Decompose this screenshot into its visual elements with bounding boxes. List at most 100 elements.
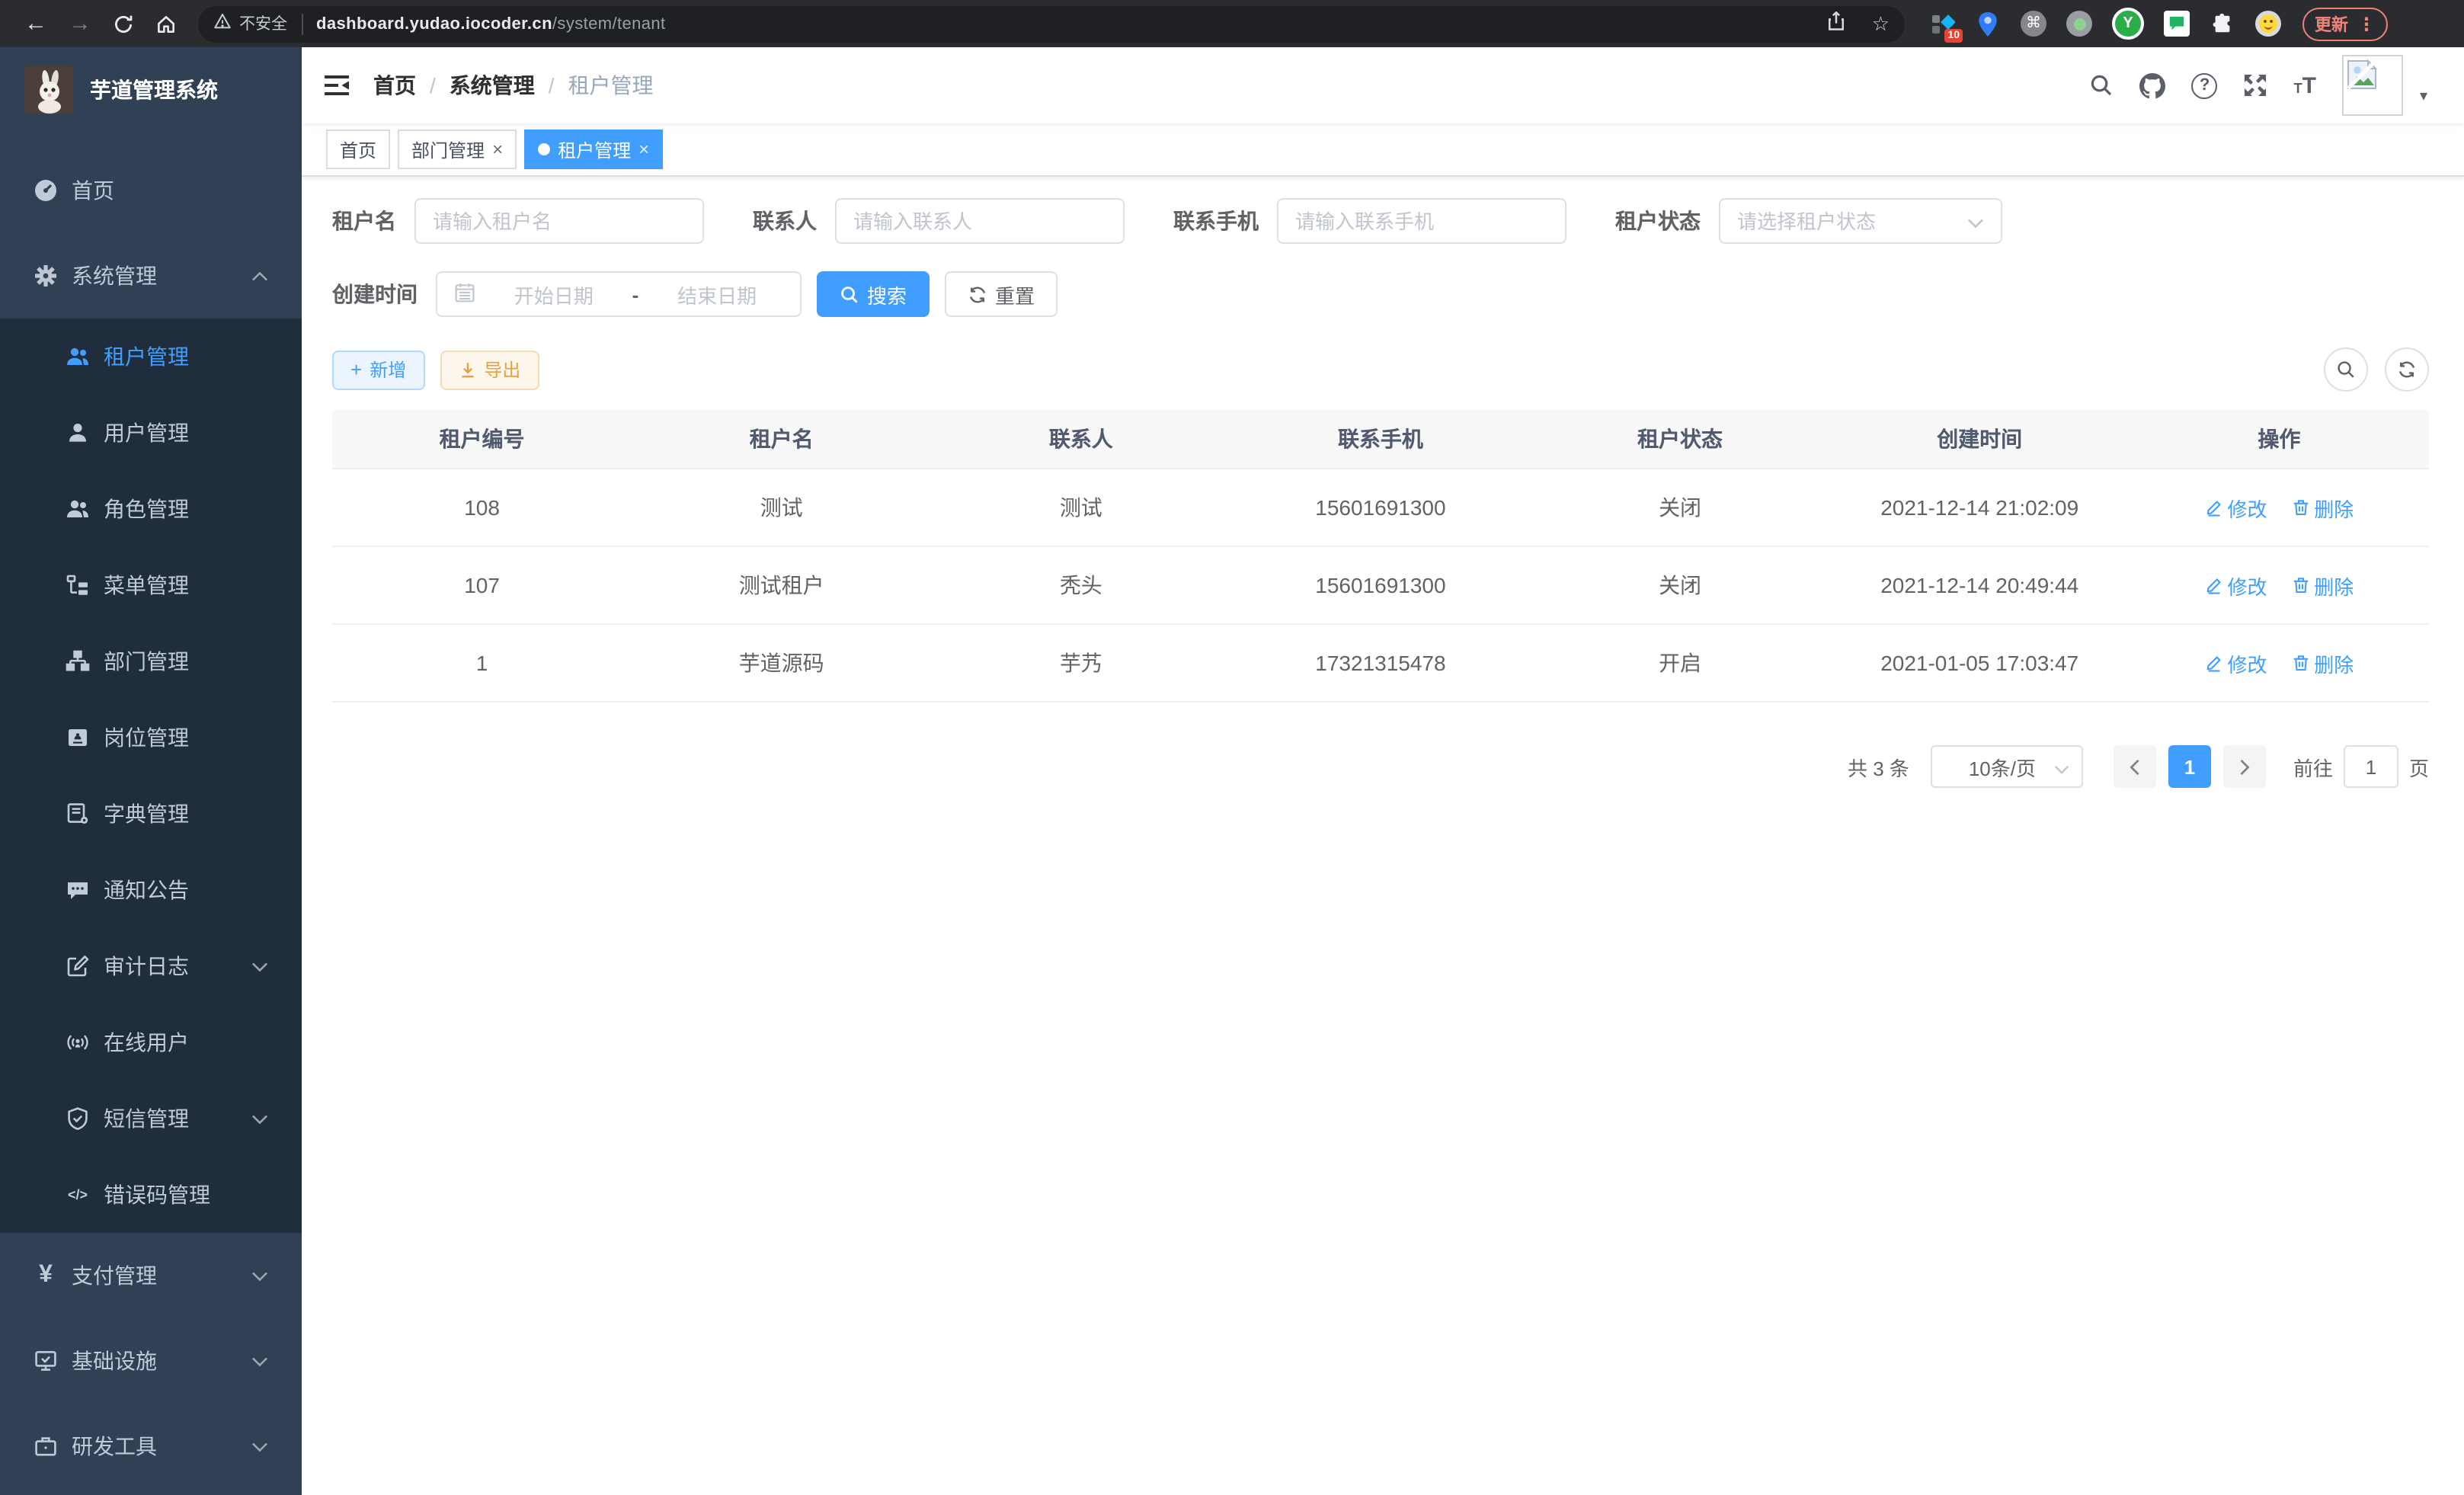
extension-command-icon[interactable]: ⌘ [2021, 11, 2046, 37]
browser-back-icon[interactable]: ← [24, 11, 47, 37]
tenant-name-input[interactable] [433, 210, 686, 232]
browser-home-icon[interactable] [155, 13, 177, 34]
tab-close-icon[interactable]: × [638, 140, 649, 158]
extension-y-icon[interactable]: Y [2112, 8, 2144, 40]
browser-forward-icon[interactable]: → [69, 11, 91, 37]
cell-mobile: 17321315478 [1230, 624, 1530, 702]
fullscreen-icon[interactable] [2244, 73, 2268, 98]
address-bar[interactable]: 不安全 dashboard.yudao.iocoder.cn/system/te… [198, 5, 1905, 42]
col-status: 租户状态 [1531, 410, 1830, 469]
sidebar-item-online-users[interactable]: 在线用户 [0, 1004, 302, 1080]
chevron-up-icon [251, 271, 268, 281]
reset-button[interactable]: 重置 [945, 271, 1058, 317]
share-icon[interactable] [1826, 11, 1848, 37]
sidebar-item-pay[interactable]: ¥ 支付管理 [0, 1233, 302, 1318]
sidebar-item-home[interactable]: 首页 [0, 148, 302, 233]
browser-reload-icon[interactable] [113, 13, 134, 34]
extension-recorder-icon[interactable] [2066, 11, 2092, 37]
browser-menu-icon[interactable]: ⋮ [2357, 13, 2376, 34]
delete-button[interactable]: 删除 [2291, 571, 2354, 600]
tab-dept[interactable]: 部门管理 × [398, 130, 517, 169]
bookmark-star-icon[interactable]: ☆ [1872, 11, 1890, 36]
sidebar-item-role[interactable]: 角色管理 [0, 471, 302, 547]
next-page-button[interactable] [2223, 745, 2266, 788]
cell-actions: 修改 删除 [2130, 546, 2429, 624]
tab-close-icon[interactable]: × [492, 140, 503, 158]
contact-label: 联系人 [753, 206, 817, 236]
sidebar-item-dept[interactable]: 部门管理 [0, 623, 302, 699]
goto-page-input[interactable] [2344, 745, 2398, 788]
cell-status: 关闭 [1531, 546, 1830, 624]
avatar[interactable] [2342, 55, 2403, 116]
contact-input[interactable] [853, 210, 1106, 232]
sidebar-item-errcode[interactable]: </> 错误码管理 [0, 1157, 302, 1233]
sidebar-item-label: 短信管理 [104, 1103, 189, 1134]
sidebar-logo[interactable]: 芋道管理系统 [0, 47, 302, 133]
extension-chat-icon[interactable] [2164, 11, 2190, 37]
sidebar-item-dict[interactable]: 字典管理 [0, 776, 302, 852]
export-button[interactable]: 导出 [440, 350, 539, 389]
cell-created: 2021-01-05 17:03:47 [1830, 624, 2130, 702]
edit-button[interactable]: 修改 [2204, 648, 2267, 677]
extension-tampermonkey-icon[interactable]: 10 [1929, 11, 1955, 37]
status-select-input[interactable] [1737, 210, 1967, 232]
sidebar-item-menu[interactable]: 菜单管理 [0, 547, 302, 623]
page-size-select[interactable]: 10条/页 [1931, 745, 2083, 788]
github-icon[interactable] [2140, 72, 2166, 98]
sidebar-item-devtools[interactable]: 研发工具 [0, 1404, 302, 1489]
sidebar-item-label: 首页 [72, 175, 114, 206]
delete-button[interactable]: 删除 [2291, 493, 2354, 522]
sidebar-item-infra[interactable]: 基础设施 [0, 1318, 302, 1404]
page-number-1[interactable]: 1 [2168, 745, 2211, 788]
briefcase-icon [34, 1434, 58, 1458]
toggle-search-button[interactable] [2324, 347, 2368, 392]
sidebar-item-system[interactable]: 系统管理 [0, 233, 302, 319]
sidebar-item-tenant[interactable]: 租户管理 [0, 319, 302, 395]
extension-emoji-icon[interactable] [2255, 11, 2281, 37]
date-range-picker[interactable]: 开始日期 - 结束日期 [436, 271, 802, 317]
sidebar-item-label: 支付管理 [72, 1260, 157, 1291]
security-label[interactable]: 不安全 [239, 12, 287, 35]
mobile-input[interactable] [1295, 210, 1548, 232]
sidebar-item-label: 岗位管理 [104, 722, 189, 753]
edit-pen-icon [2204, 576, 2222, 594]
table-row: 108 测试 测试 15601691300 关闭 2021-12-14 21:0… [332, 469, 2429, 546]
sidebar-item-user[interactable]: 用户管理 [0, 395, 302, 471]
pagination-total: 共 3 条 [1848, 752, 1909, 781]
sidebar-item-post[interactable]: 岗位管理 [0, 699, 302, 776]
page-content: 租户名 联系人 联系手机 [302, 177, 2464, 1495]
security-warning-icon [213, 12, 232, 35]
breadcrumb-home[interactable]: 首页 [373, 70, 416, 101]
help-icon[interactable]: ? [2192, 72, 2218, 98]
edit-button[interactable]: 修改 [2204, 493, 2267, 522]
contact-input-wrap [835, 198, 1125, 244]
extension-badge: 10 [1944, 29, 1963, 43]
font-size-icon[interactable]: TT [2294, 72, 2316, 98]
col-contact: 联系人 [931, 410, 1230, 469]
refresh-table-button[interactable] [2385, 347, 2429, 392]
extension-pin-icon[interactable] [1975, 11, 2001, 37]
breadcrumb-system[interactable]: 系统管理 [450, 70, 535, 101]
sidebar-item-label: 用户管理 [104, 418, 189, 448]
chevron-down-icon [251, 1441, 268, 1452]
browser-update-button[interactable]: 更新 ⋮ [2302, 7, 2388, 40]
prev-page-button[interactable] [2114, 745, 2156, 788]
sidebar-toggle-icon[interactable] [302, 75, 364, 96]
tab-tenant-active[interactable]: 租户管理 × [524, 130, 663, 169]
create-time-label: 创建时间 [332, 279, 418, 309]
status-select[interactable] [1719, 198, 2002, 244]
sidebar-item-notice[interactable]: 通知公告 [0, 852, 302, 928]
tenant-name-label: 租户名 [332, 206, 396, 236]
search-button[interactable]: 搜索 [817, 271, 930, 317]
tab-home[interactable]: 首页 [326, 130, 390, 169]
avatar-caret-icon[interactable]: ▾ [2420, 88, 2427, 104]
sidebar-item-audit-log[interactable]: 审计日志 [0, 928, 302, 1004]
sidebar-item-label: 基础设施 [72, 1346, 157, 1376]
delete-button[interactable]: 删除 [2291, 648, 2354, 677]
sidebar-item-sms[interactable]: 短信管理 [0, 1080, 302, 1157]
edit-button[interactable]: 修改 [2204, 571, 2267, 600]
tab-label: 首页 [340, 136, 376, 162]
header-search-icon[interactable] [2090, 73, 2114, 98]
extensions-puzzle-icon[interactable] [2210, 11, 2235, 37]
add-button[interactable]: + 新增 [332, 350, 424, 389]
